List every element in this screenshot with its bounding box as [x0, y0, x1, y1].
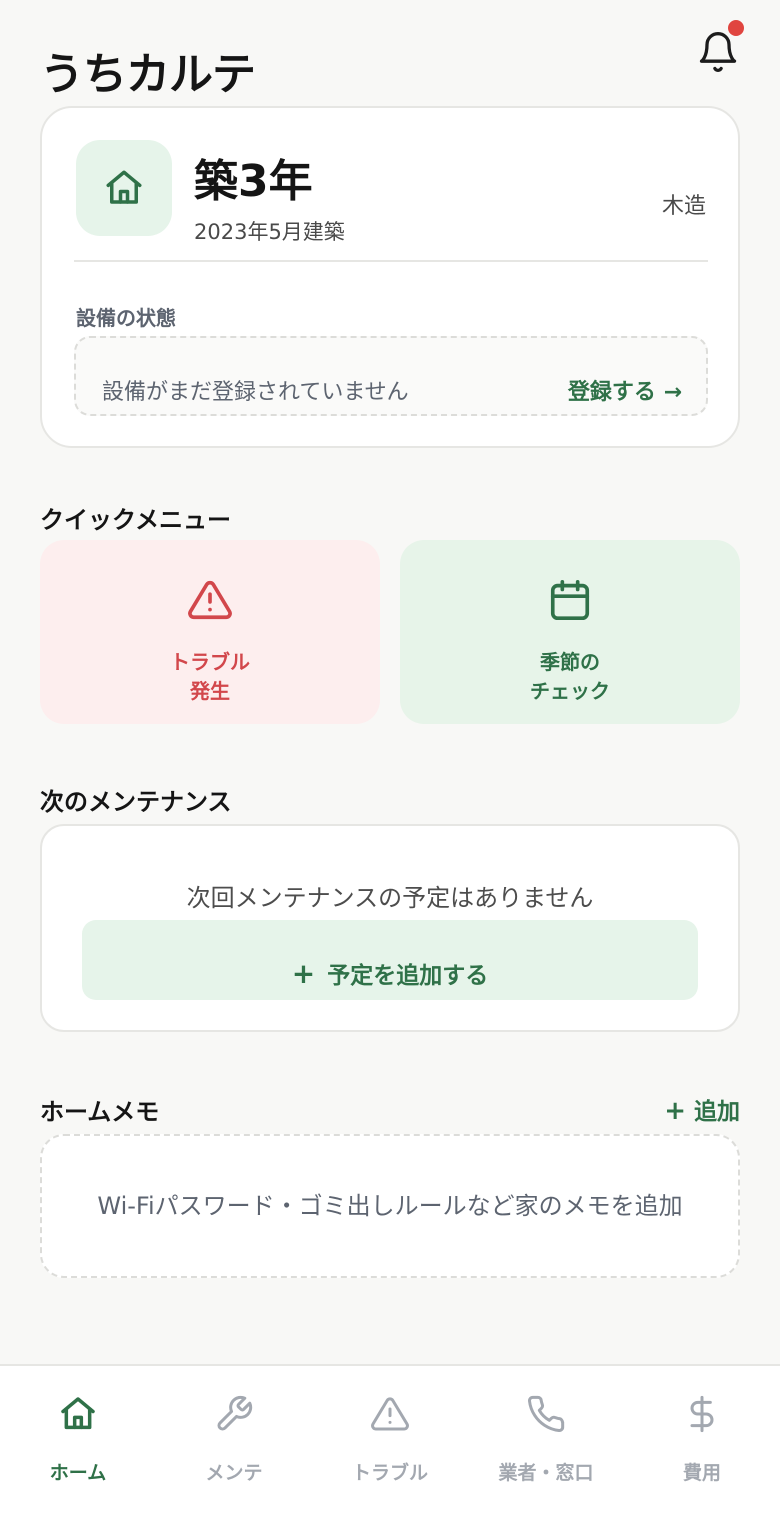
house-icon — [106, 170, 142, 204]
app-title: うちカルテ — [40, 49, 256, 100]
bottom-navigation: ホーム メンテ トラブル 業者・窓口 費用 — [0, 1364, 780, 1520]
quick-season-check-button[interactable]: 季節の チェック — [400, 540, 740, 724]
memo-placeholder-box[interactable]: Wi-Fiパスワード・ゴミ出しルールなど家のメモを追加 — [40, 1134, 740, 1278]
add-schedule-button[interactable]: + 予定を追加する — [82, 920, 698, 1000]
memo-add-label: 追加 — [694, 1099, 740, 1125]
home-screen: うちカルテ 築3年 2023年5月建築 木造 設備の状態 設備がまだ登録されてい… — [0, 0, 780, 1520]
notification-badge — [728, 20, 744, 36]
plus-icon: + — [664, 1096, 686, 1126]
equipment-label: 設備の状態 — [76, 306, 176, 330]
quick-trouble-label-line1: トラブル — [170, 650, 250, 674]
dollar-icon — [690, 1395, 714, 1433]
nav-label-trouble: トラブル — [351, 1462, 428, 1484]
warning-triangle-icon — [188, 580, 232, 620]
house-age: 築3年 — [194, 156, 313, 207]
nav-label-contacts: 業者・窓口 — [498, 1462, 594, 1484]
nav-item-cost[interactable]: 費用 — [624, 1366, 780, 1520]
wrench-icon — [217, 1395, 253, 1431]
add-schedule-label: 予定を追加する — [327, 963, 489, 989]
card-divider — [74, 260, 708, 262]
warning-triangle-icon — [371, 1397, 409, 1431]
quick-trouble-label-line2: 発生 — [190, 679, 230, 703]
home-icon — [61, 1397, 95, 1430]
equipment-empty-text: 設備がまだ登録されていません — [102, 380, 409, 405]
nav-item-home[interactable]: ホーム — [0, 1366, 156, 1520]
nav-item-maintenance[interactable]: メンテ — [156, 1366, 312, 1520]
maintenance-card: 次回メンテナンスの予定はありません + 予定を追加する — [40, 824, 740, 1032]
quick-menu-title: クイックメニュー — [40, 506, 232, 534]
maintenance-title: 次のメンテナンス — [40, 788, 232, 816]
nav-label-cost: 費用 — [682, 1462, 721, 1484]
phone-icon — [528, 1395, 565, 1432]
house-summary-card: 築3年 2023年5月建築 木造 設備の状態 設備がまだ登録されていません 登録… — [40, 106, 740, 448]
maintenance-empty-text: 次回メンテナンスの予定はありません — [186, 884, 594, 912]
nav-item-trouble[interactable]: トラブル — [312, 1366, 468, 1520]
memo-placeholder-text: Wi-Fiパスワード・ゴミ出しルールなど家のメモを追加 — [97, 1192, 683, 1220]
nav-label-maintenance: メンテ — [205, 1462, 263, 1484]
memo-title: ホームメモ — [40, 1098, 160, 1126]
plus-icon: + — [291, 957, 316, 990]
equipment-register-link[interactable]: 登録する → — [568, 374, 682, 406]
house-structure: 木造 — [661, 194, 706, 219]
nav-label-home: ホーム — [49, 1462, 107, 1484]
nav-item-contacts[interactable]: 業者・窓口 — [468, 1366, 624, 1520]
memo-add-button[interactable]: + 追加 — [664, 1092, 740, 1126]
house-icon-box — [76, 140, 172, 236]
bell-icon — [699, 32, 737, 72]
house-built-date: 2023年5月建築 — [194, 220, 345, 244]
calendar-icon — [550, 579, 590, 621]
quick-season-label-line2: チェック — [530, 679, 610, 703]
quick-trouble-button[interactable]: トラブル 発生 — [40, 540, 380, 724]
equipment-status-box: 設備がまだ登録されていません 登録する → — [74, 336, 708, 416]
quick-season-label-line1: 季節の — [540, 650, 600, 674]
